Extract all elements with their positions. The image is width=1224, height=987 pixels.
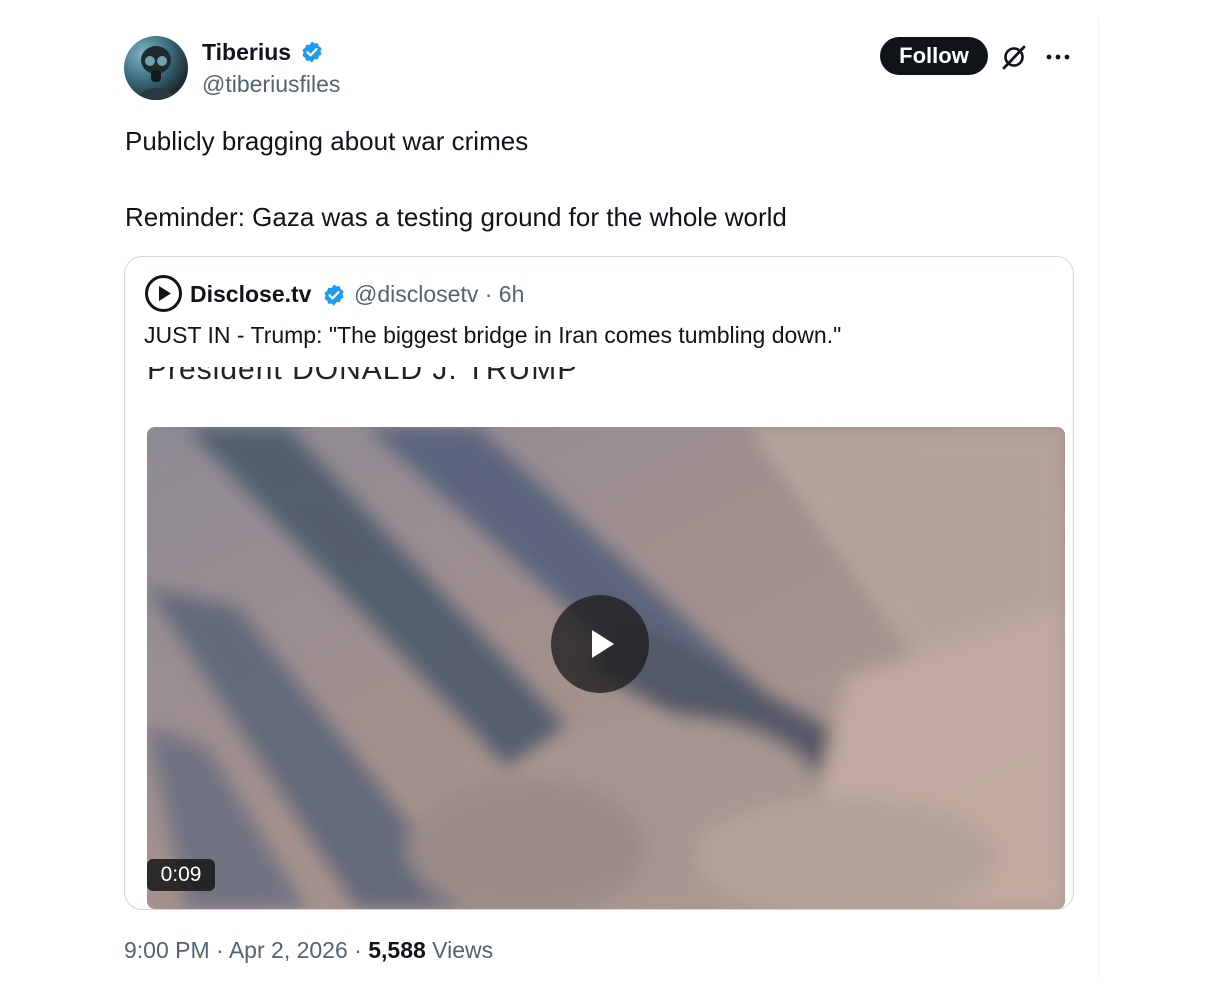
tweet-time[interactable]: 9:00 PM <box>124 937 210 963</box>
author-handle[interactable]: @tiberiusfiles <box>202 70 340 98</box>
quoted-time[interactable]: 6h <box>499 281 525 307</box>
tweet-footer: 9:00 PM · Apr 2, 2026 · 5,588 Views <box>124 936 493 964</box>
verified-badge-icon <box>324 284 344 306</box>
gas-mask-avatar-image <box>134 46 178 100</box>
author-display-name[interactable]: Tiberius <box>202 38 291 66</box>
author-avatar[interactable] <box>124 36 188 100</box>
quoted-handle[interactable]: @disclosetv <box>354 281 478 307</box>
quoted-meta: @disclosetv · 6h <box>354 280 524 308</box>
play-icon <box>592 630 614 658</box>
tweet-date[interactable]: Apr 2, 2026 <box>229 937 348 963</box>
views-count[interactable]: 5,588 <box>368 937 426 963</box>
video-duration-badge: 0:09 <box>147 859 215 891</box>
quoted-tweet-card[interactable]: Disclose.tv @disclosetv · 6h JUST IN - T… <box>124 256 1074 910</box>
tweet-text-line-2: Reminder: Gaza was a testing ground for … <box>125 202 787 232</box>
footer-separator: · <box>354 937 362 963</box>
video-caption-cropped: President DONALD J. TRUMP <box>147 367 579 386</box>
disclose-tv-logo-icon[interactable] <box>145 275 182 312</box>
more-dots-icon[interactable] <box>1044 47 1072 67</box>
follow-button[interactable]: Follow <box>880 37 988 75</box>
play-button[interactable] <box>551 595 649 693</box>
footer-separator: · <box>216 937 224 963</box>
column-divider <box>1098 18 1099 978</box>
quoted-tweet-text: JUST IN - Trump: "The biggest bridge in … <box>144 322 842 348</box>
grok-icon[interactable] <box>1000 43 1028 71</box>
verified-badge-icon <box>302 41 322 63</box>
quoted-display-name[interactable]: Disclose.tv <box>190 280 311 308</box>
views-label[interactable]: Views <box>432 937 493 963</box>
meta-separator: · <box>484 281 493 307</box>
tweet-text-line-1: Publicly bragging about war crimes <box>125 126 529 156</box>
video-player[interactable]: 0:09 <box>147 427 1065 909</box>
